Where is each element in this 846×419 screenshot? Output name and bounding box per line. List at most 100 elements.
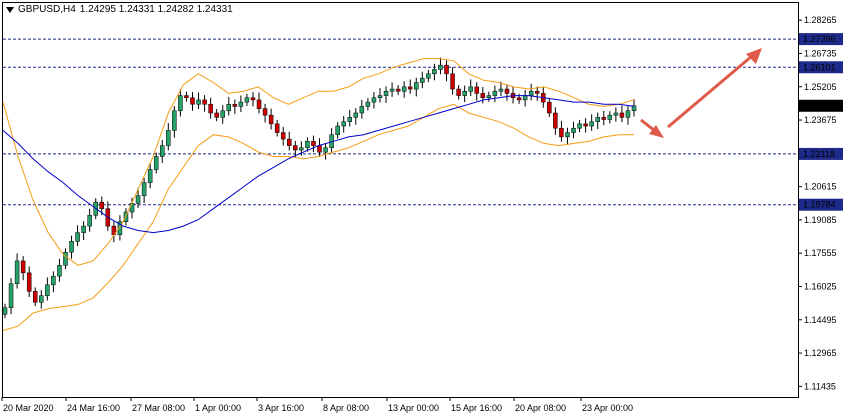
bullish-candle [522,95,528,101]
bullish-candle [595,117,600,122]
bullish-candle [153,156,159,170]
bullish-candle [377,95,383,98]
bearish-candle [601,117,607,120]
bullish-candle [135,195,141,204]
x-tick-label: 23 Apr 00:00 [582,403,633,413]
x-tick-label: 20 Apr 08:00 [515,403,566,413]
bearish-candle [20,260,26,274]
bullish-candle [299,147,304,151]
bullish-candle [160,145,165,157]
bullish-candle [462,90,467,96]
bearish-candle [395,88,401,92]
bullish-candle [141,182,147,196]
bullish-candle [414,82,419,90]
bearish-candle [214,112,219,118]
chart-svg: 1.282651.267351.252051.236751.221451.206… [1,15,843,413]
bullish-candle [2,307,8,315]
bearish-candle [407,86,413,90]
bollinger-lower-line [2,103,634,331]
x-tick-label: 13 Apr 00:00 [388,403,439,413]
bearish-candle [311,141,316,146]
bearish-candle [274,123,280,133]
bearish-candle [184,95,189,98]
x-tick-label: 8 Apr 08:00 [323,403,369,413]
bullish-candle [8,283,14,308]
bearish-candle [293,145,298,151]
bearish-candle [534,90,540,94]
bearish-candle [26,272,32,292]
bearish-candle [619,112,625,118]
bullish-candle [226,104,232,112]
bullish-candle [220,110,225,118]
bullish-candle [323,147,328,153]
bearish-candle [504,88,510,94]
bearish-candle [99,201,105,209]
level-label: 1.27396 [803,34,836,44]
bullish-candle [383,90,389,96]
bearish-candle [250,97,256,101]
y-tick-label: 1.20615 [804,182,837,192]
bullish-candle [87,214,92,227]
bullish-candle [468,86,473,92]
bullish-candle [39,295,44,303]
x-tick-label: 24 Mar 16:00 [67,403,120,413]
bullish-candle [63,251,68,266]
bollinger-upper-line [2,58,635,266]
y-tick-label: 1.17555 [804,248,837,258]
bearish-candle [202,99,207,105]
bearish-candle [456,88,461,96]
y-tick-label: 1.28265 [804,15,837,25]
bearish-candle [444,64,449,75]
bullish-candle [51,275,56,286]
bullish-candle [147,169,153,183]
bullish-candle [565,132,570,138]
bullish-candle [492,90,498,96]
bullish-candle [371,97,377,103]
bullish-candle [335,125,340,135]
bullish-candle [613,112,619,116]
bullish-candle [347,117,352,122]
bullish-candle [196,99,201,105]
bullish-candle [341,121,346,127]
y-tick-label: 1.12965 [804,348,837,358]
arrowhead-up-icon [746,48,762,64]
bullish-candle [571,127,576,133]
x-tick-label: 15 Apr 16:00 [451,403,502,413]
bullish-candle [426,73,431,79]
y-tick-label: 1.19085 [804,215,837,225]
bearish-candle [583,123,588,127]
bullish-candle [577,123,582,129]
bearish-candle [480,93,486,98]
y-tick-label: 1.23675 [804,115,837,125]
bullish-candle [81,225,86,233]
chart-window: GBPUSD,H4 1.24295 1.24331 1.24282 1.2433… [0,0,846,419]
bullish-candle [528,90,534,96]
bearish-candle [190,97,195,105]
bullish-candle [359,106,365,114]
y-tick-label: 1.26735 [804,48,837,58]
bearish-candle [208,104,213,114]
bullish-candle [432,69,437,75]
x-tick-label: 27 Mar 08:00 [132,403,185,413]
bullish-candle [607,114,613,120]
y-tick-label: 1.14495 [804,315,837,325]
y-tick-label: 1.16025 [804,281,837,291]
bullish-candle [45,284,50,296]
bearish-candle [547,101,552,114]
projection-arrow-up [667,54,753,129]
bearish-candle [317,145,322,153]
bullish-candle [486,95,492,98]
y-tick-label: 1.25205 [804,82,837,92]
bullish-candle [589,121,594,127]
level-label: 1.19784 [803,200,836,210]
bearish-candle [280,132,286,140]
bullish-candle [166,130,171,146]
bullish-candle [14,260,20,285]
y-tick-label: 1.11435 [804,381,836,391]
level-label: 1.22118 [803,149,835,159]
bearish-candle [232,104,238,107]
bullish-candle [69,241,74,253]
bearish-candle [287,138,292,146]
bearish-candle [262,108,268,116]
bullish-candle [389,88,395,92]
